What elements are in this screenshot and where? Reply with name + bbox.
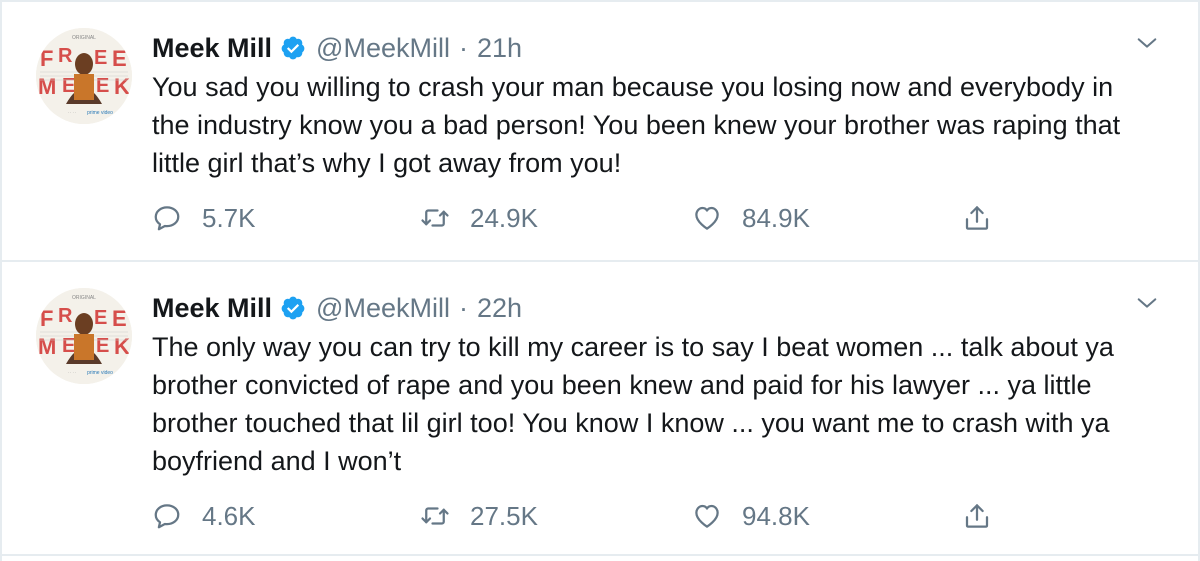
- chevron-down-icon[interactable]: [1136, 32, 1158, 54]
- tweet[interactable]: ORIGINAL F R E E M E E K · · · · prime v…: [2, 262, 1198, 556]
- svg-text:M: M: [38, 334, 56, 359]
- retweet-button[interactable]: 27.5K: [420, 496, 538, 536]
- svg-text:E: E: [94, 307, 107, 329]
- svg-text:R: R: [58, 45, 73, 67]
- author-name[interactable]: Meek Mill: [152, 33, 272, 64]
- svg-text:F: F: [40, 46, 53, 71]
- avatar-top-text: ORIGINAL: [72, 35, 96, 41]
- tweet-timestamp[interactable]: 22h: [477, 293, 522, 324]
- tweet-header: Meek Mill @MeekMill · 21h: [152, 30, 522, 66]
- reply-button[interactable]: 4.6K: [152, 496, 256, 536]
- tweet[interactable]: ORIGINAL F R E E M E E K · · · · prime v…: [2, 0, 1198, 262]
- share-icon: [965, 504, 989, 528]
- avatar-brand-text: prime video: [87, 110, 113, 116]
- reply-button[interactable]: 5.7K: [152, 198, 256, 238]
- svg-text:E: E: [112, 46, 127, 71]
- svg-text:E: E: [94, 47, 107, 69]
- avatar[interactable]: ORIGINAL F R E E M E E K · · · · prime v…: [36, 28, 132, 124]
- svg-text:K: K: [114, 334, 130, 359]
- separator-dot: ·: [458, 292, 468, 323]
- reply-count: 4.6K: [202, 500, 256, 531]
- like-icon: [695, 206, 719, 230]
- share-button[interactable]: [962, 496, 992, 536]
- tweet-actions: 5.7K 24.9K 84.9K: [152, 198, 1152, 238]
- separator-dot: ·: [458, 32, 468, 63]
- svg-text:E: E: [96, 335, 109, 357]
- share-icon: [965, 206, 989, 230]
- share-button[interactable]: [962, 198, 992, 238]
- like-button[interactable]: 94.8K: [692, 496, 810, 536]
- avatar-brand-text: prime video: [87, 370, 113, 376]
- chevron-down-icon[interactable]: [1136, 292, 1158, 314]
- verified-badge-icon: [280, 35, 306, 61]
- tweet-text: The only way you can try to kill my care…: [152, 332, 1114, 476]
- svg-text:· · · ·: · · · ·: [68, 370, 77, 375]
- tweet-timestamp[interactable]: 21h: [477, 33, 522, 64]
- tweet-header: Meek Mill @MeekMill · 22h: [152, 290, 522, 326]
- retweet-count: 27.5K: [470, 500, 538, 531]
- author-handle[interactable]: @MeekMill: [316, 33, 450, 64]
- avatar-top-text: ORIGINAL: [72, 295, 96, 301]
- tweet-text: You sad you willing to crash your man be…: [152, 72, 1121, 178]
- svg-text:E: E: [112, 306, 127, 331]
- author-name[interactable]: Meek Mill: [152, 293, 272, 324]
- like-count: 94.8K: [742, 500, 810, 531]
- svg-text:E: E: [96, 75, 109, 97]
- reply-icon: [154, 504, 180, 529]
- tweet-feed: ORIGINAL F R E E M E E K · · · · prime v…: [0, 0, 1200, 561]
- like-button[interactable]: 84.9K: [692, 198, 810, 238]
- author-handle[interactable]: @MeekMill: [316, 293, 450, 324]
- tweet-actions: 4.6K 27.5K 94.8K: [152, 496, 1152, 536]
- avatar[interactable]: ORIGINAL F R E E M E E K · · · · prime v…: [36, 288, 132, 384]
- reply-icon: [154, 206, 180, 231]
- svg-text:· · · ·: · · · ·: [68, 110, 77, 115]
- svg-text:M: M: [38, 74, 56, 99]
- retweet-icon: [421, 209, 449, 227]
- reply-count: 5.7K: [202, 202, 256, 233]
- like-count: 84.9K: [742, 202, 810, 233]
- like-icon: [695, 504, 719, 528]
- svg-text:K: K: [114, 74, 130, 99]
- verified-badge-icon: [280, 295, 306, 321]
- retweet-button[interactable]: 24.9K: [420, 198, 538, 238]
- retweet-count: 24.9K: [470, 202, 538, 233]
- retweet-icon: [421, 507, 449, 525]
- svg-text:R: R: [58, 305, 73, 327]
- svg-text:F: F: [40, 306, 53, 331]
